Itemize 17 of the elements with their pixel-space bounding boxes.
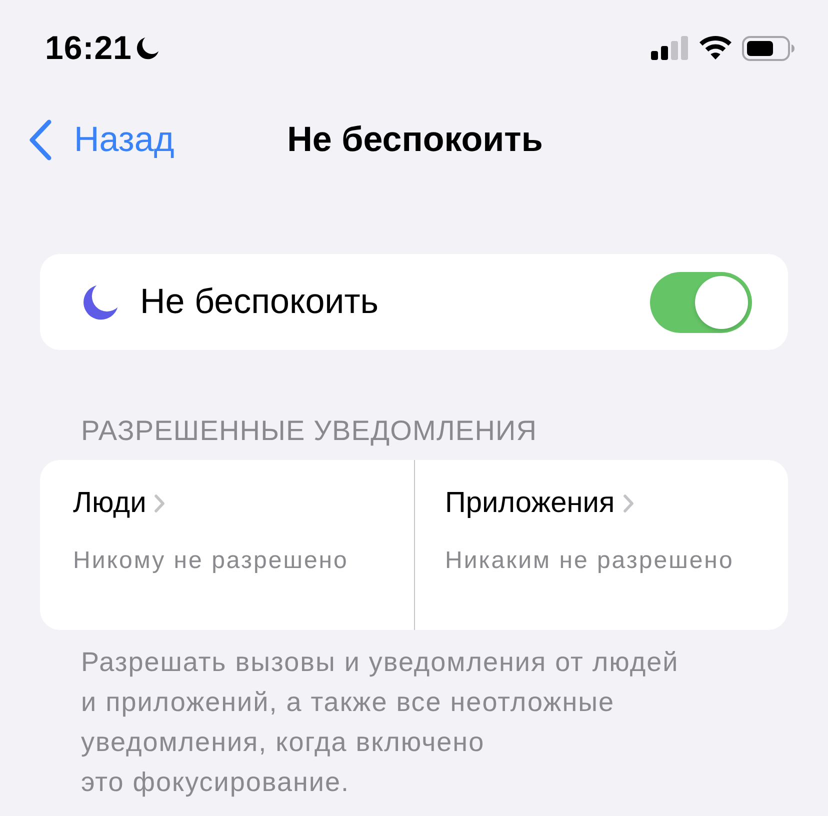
section-header: РАЗРЕШЕННЫЕ УВЕДОМЛЕНИЯ xyxy=(81,414,538,448)
chevron-right-icon xyxy=(154,494,166,512)
footer-note: Разрешать вызовы и уведомления от людей и приложений, а также все неотложные уведомления, когда включено это фокусирование. xyxy=(81,646,680,799)
focus-label: Не беспокоить xyxy=(140,282,380,322)
allowed-link[interactable]: Приложения xyxy=(445,484,634,522)
moon-icon xyxy=(82,283,120,321)
allowed-status: Никаким не разрешено xyxy=(445,546,734,576)
allowed-link[interactable]: Люди xyxy=(73,484,166,522)
moon-icon xyxy=(136,36,160,60)
allowed-status: Никому не разрешено xyxy=(73,546,348,576)
back-chevron-icon xyxy=(28,119,52,161)
wifi-icon xyxy=(699,36,732,60)
status-time: 16:21 xyxy=(45,29,132,67)
battery-icon xyxy=(742,36,795,60)
nav-title: Не беспокоить xyxy=(287,120,543,160)
signal-icon xyxy=(651,36,689,60)
chevron-right-icon xyxy=(622,494,634,512)
